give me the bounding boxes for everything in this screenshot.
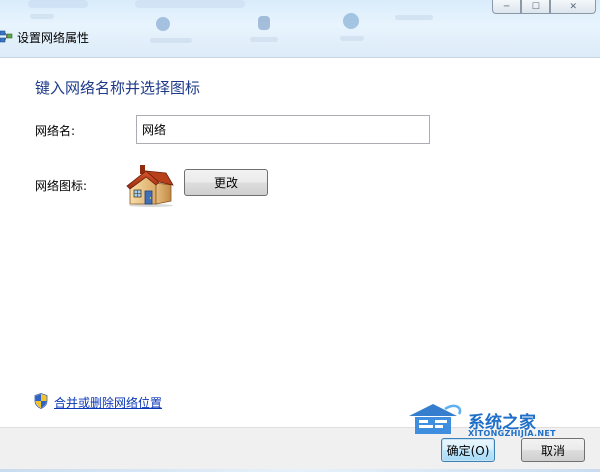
watermark-logo-icon xyxy=(409,404,462,434)
title-bar: ─ ☐ ✕ 设置网络属性 xyxy=(0,0,600,57)
background-blur xyxy=(156,17,170,31)
change-icon-button[interactable]: 更改 xyxy=(184,169,268,196)
maximize-button[interactable]: ☐ xyxy=(521,0,551,14)
background-blur xyxy=(343,13,359,29)
window-controls: ─ ☐ ✕ xyxy=(492,0,596,14)
watermark: 系统之家 XITONGZHIJIA.NET xyxy=(405,398,575,442)
dialog-window: ─ ☐ ✕ 设置网络属性 键入网络名称并选择图标 网络名: 网络图标: xyxy=(0,0,600,472)
network-app-icon xyxy=(0,30,13,43)
close-button[interactable]: ✕ xyxy=(550,0,596,14)
window-title: 设置网络属性 xyxy=(17,31,90,45)
background-blur xyxy=(30,14,54,19)
house-icon xyxy=(126,165,174,207)
shield-icon xyxy=(34,393,48,409)
network-name-label: 网络名: xyxy=(35,124,76,138)
background-blur xyxy=(340,36,364,41)
merge-delete-locations-link[interactable]: 合并或删除网络位置 xyxy=(54,394,162,411)
minimize-button[interactable]: ─ xyxy=(492,0,522,14)
main-instruction: 键入网络名称并选择图标 xyxy=(35,79,201,97)
background-blur xyxy=(135,0,245,8)
watermark-url: XITONGZHIJIA.NET xyxy=(468,429,556,438)
dialog-content: 键入网络名称并选择图标 网络名: 网络图标: xyxy=(0,57,600,427)
minimize-icon: ─ xyxy=(503,1,510,12)
close-icon: ✕ xyxy=(569,1,577,12)
network-name-input[interactable] xyxy=(136,115,430,144)
maximize-icon: ☐ xyxy=(531,1,540,12)
background-blur xyxy=(395,15,433,20)
network-icon-label: 网络图标: xyxy=(35,179,88,193)
background-blur xyxy=(150,38,192,43)
background-blur xyxy=(250,37,278,42)
background-blur xyxy=(258,16,270,30)
background-blur xyxy=(28,0,88,8)
